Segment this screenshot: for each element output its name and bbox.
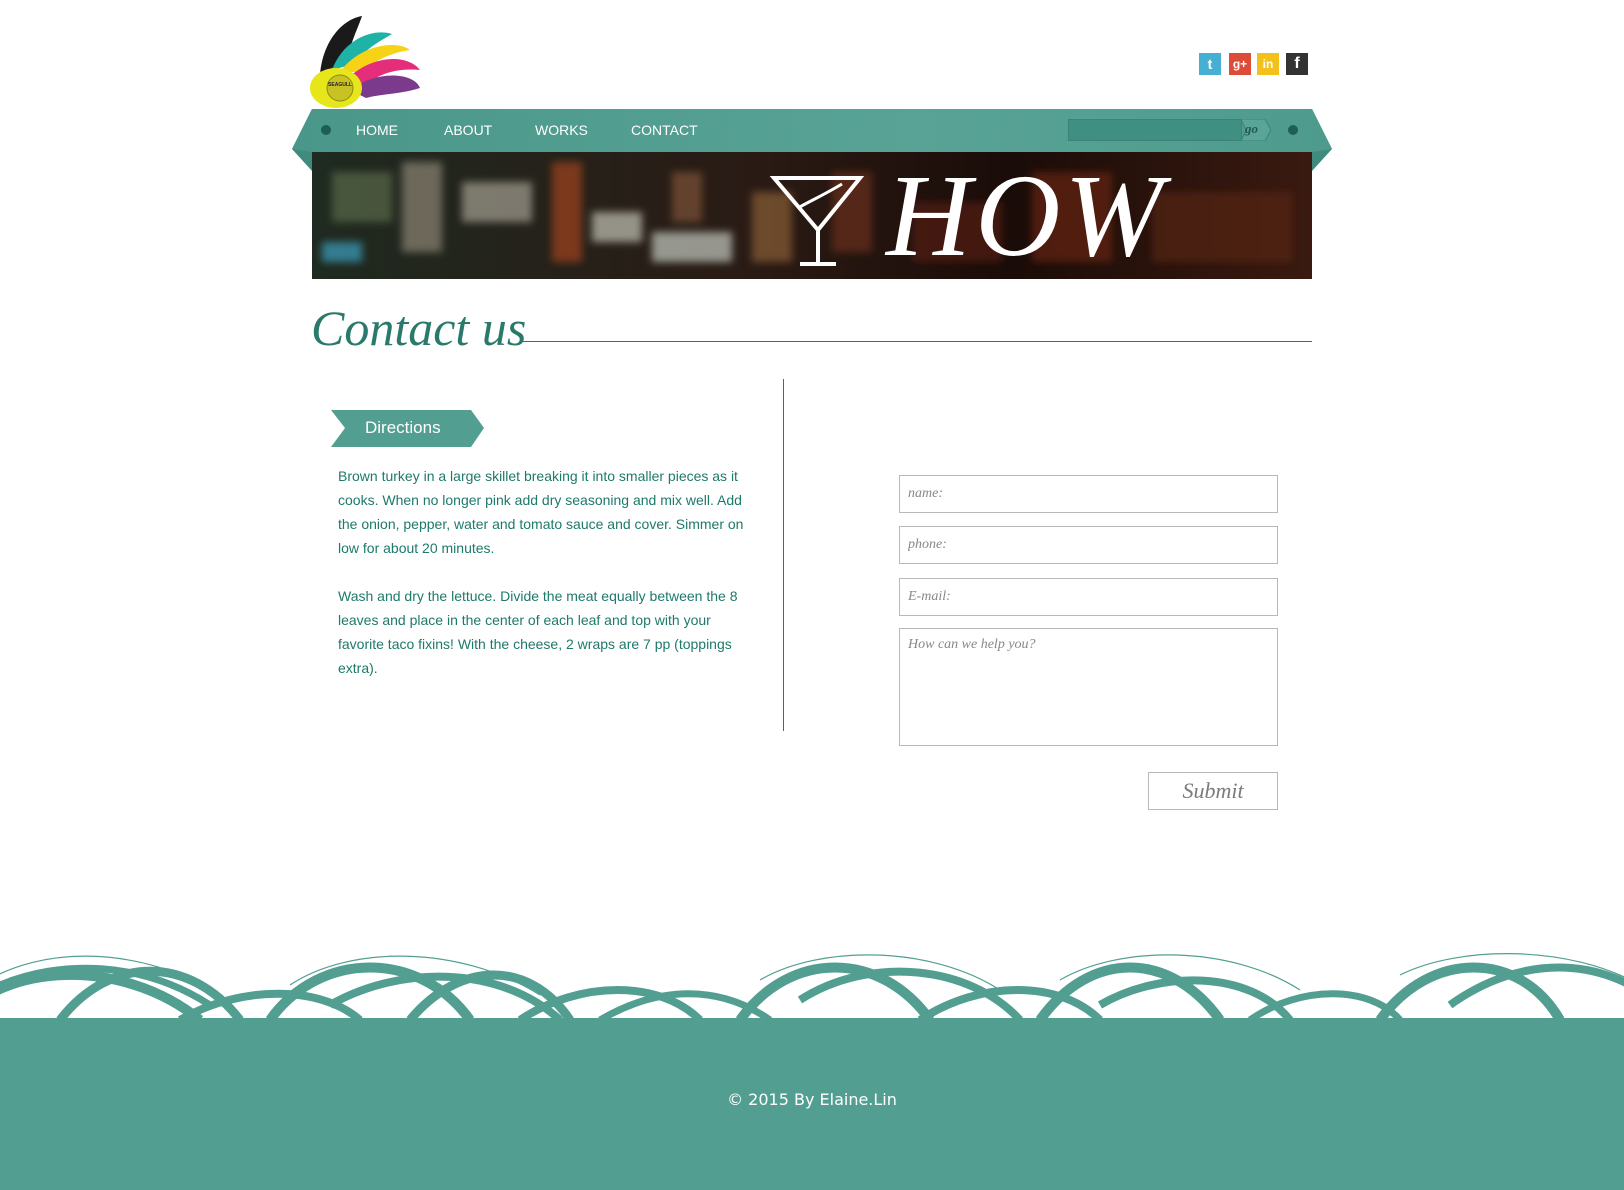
phone-field[interactable] <box>899 526 1278 564</box>
directions-label: Directions <box>365 418 441 437</box>
linkedin-icon[interactable]: in <box>1257 53 1279 75</box>
seagull-feather-logo-icon <box>310 16 420 108</box>
directions-paragraph: Brown turkey in a large skillet breaking… <box>338 468 744 556</box>
search-go-label: go <box>1245 121 1258 136</box>
nav-left-dot <box>321 125 331 135</box>
email-field[interactable] <box>899 578 1278 616</box>
column-divider <box>783 379 784 731</box>
name-field[interactable] <box>899 475 1278 513</box>
banner-title: HOW <box>886 150 1167 281</box>
facebook-icon[interactable]: f <box>1286 53 1308 75</box>
page-title: Contact us <box>311 300 527 356</box>
facebook-glyph: f <box>1294 55 1300 72</box>
google-plus-glyph: g+ <box>1232 57 1248 71</box>
twitter-icon[interactable]: t <box>1199 53 1221 75</box>
directions-paragraph: Wash and dry the lettuce. Divide the mea… <box>338 588 738 676</box>
twitter-glyph: t <box>1207 56 1213 72</box>
footer-waves <box>0 953 1624 1020</box>
google-plus-icon[interactable]: g+ <box>1229 53 1251 75</box>
nav-contact[interactable]: CONTACT <box>631 122 698 138</box>
seagull-logo[interactable]: SEAGULL <box>310 14 428 108</box>
nav-right-dot <box>1288 125 1298 135</box>
footer-copyright: © 2015 By Elaine.Lin <box>727 1090 897 1109</box>
nav-home[interactable]: HOME <box>356 122 398 138</box>
nav-works[interactable]: WORKS <box>535 122 588 138</box>
logo-text: SEAGULL <box>328 82 352 88</box>
linkedin-glyph: in <box>1262 57 1274 71</box>
message-field[interactable] <box>899 628 1278 746</box>
nav-about[interactable]: ABOUT <box>444 122 492 138</box>
title-rule <box>520 341 1312 342</box>
search-input[interactable] <box>1068 119 1242 141</box>
submit-button[interactable]: Submit <box>1148 772 1278 810</box>
